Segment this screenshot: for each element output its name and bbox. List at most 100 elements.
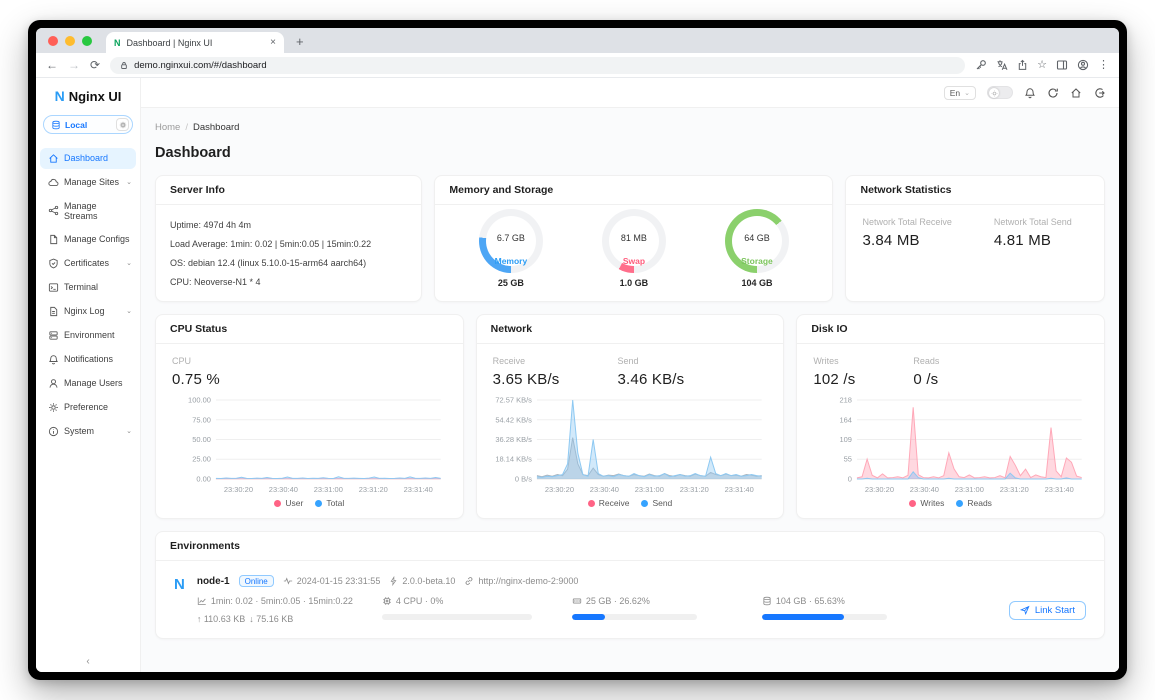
stat-label: Network Total Send [993, 217, 1072, 227]
close-window-button[interactable] [48, 36, 58, 46]
environment-selector[interactable]: Local [43, 115, 133, 134]
gear-icon [49, 402, 58, 412]
gear-small-icon [119, 121, 126, 128]
sidebar-item-dashboard[interactable]: Dashboard [40, 147, 136, 169]
sidebar-item-manage-users[interactable]: Manage Users [40, 373, 136, 394]
sidebar-item-system[interactable]: System ⌄ [40, 421, 136, 442]
stat-value: 0.75 % [172, 371, 220, 388]
sidebar-item-manage-streams[interactable]: Manage Streams [40, 196, 136, 226]
storage-used-value: 64 GB [744, 233, 770, 243]
sidebar-item-certificates[interactable]: Certificates ⌄ [40, 253, 136, 274]
theme-toggle[interactable] [987, 86, 1013, 99]
restart-icon[interactable] [1047, 87, 1059, 99]
legend-label[interactable]: Writes [920, 498, 944, 508]
swap-label: Swap [622, 256, 646, 266]
sidebar-item-label: Certificates [64, 258, 110, 268]
sidebar-item-manage-configs[interactable]: Manage Configs [40, 229, 136, 250]
profile-avatar-icon[interactable] [1077, 59, 1089, 71]
app-logo[interactable]: N Nginx UI [36, 88, 140, 104]
sidebar: N Nginx UI Local Dashboard Manage Sites [36, 78, 141, 672]
translate-icon[interactable] [996, 59, 1008, 71]
legend-label[interactable]: Send [652, 498, 672, 508]
sidebar-item-environment[interactable]: Environment [40, 325, 136, 346]
svg-text:25.00: 25.00 [192, 455, 211, 464]
browser-menu-icon[interactable]: ⋮ [1098, 59, 1109, 71]
writes-stat: Writes 102 /s [813, 356, 855, 388]
svg-text:218: 218 [840, 396, 853, 405]
address-bar[interactable]: demo.nginxui.com/#/dashboard [110, 56, 966, 74]
legend-dot-writes [909, 499, 917, 507]
svg-text:164: 164 [840, 415, 853, 424]
card-title: Network Statistics [846, 176, 1104, 205]
status-badge: Online [238, 575, 274, 587]
sidebar-item-nginx-log[interactable]: Nginx Log ⌄ [40, 301, 136, 322]
share-nodes-icon [48, 205, 59, 216]
sidebar-item-notifications[interactable]: Notifications [40, 349, 136, 370]
window-controls[interactable] [48, 36, 92, 46]
upload-total: ↑ 110.63 KB [196, 614, 246, 624]
bookmark-star-icon[interactable]: ☆ [1037, 59, 1047, 71]
link-start-button[interactable]: Link Start [1008, 600, 1086, 620]
sidebar-collapse-button[interactable]: ‹ [36, 656, 140, 667]
legend-label[interactable]: User [285, 498, 303, 508]
disk-io-area-chart: 218 164 109 55 0 23:30:20 23:30:40 23:31:00 23:3… [840, 396, 1083, 494]
swap-total: 1.0 GB [619, 278, 649, 288]
new-tab-button[interactable]: + [296, 34, 304, 49]
sidebar-item-preference[interactable]: Preference [40, 397, 136, 418]
svg-text:0 B/s: 0 B/s [515, 474, 532, 483]
sidebar-item-label: Manage Configs [64, 234, 130, 244]
sidebar-item-manage-sites[interactable]: Manage Sites ⌄ [40, 172, 136, 193]
line-chart-icon [197, 597, 206, 605]
memory-used-value: 6.7 GB [496, 233, 525, 243]
minimize-window-button[interactable] [65, 36, 75, 46]
storage-donut-chart: 64 GB Storage [724, 209, 789, 273]
svg-text:23:30:20: 23:30:20 [545, 485, 574, 494]
zoom-window-button[interactable] [82, 36, 92, 46]
tab-close-icon[interactable]: × [270, 37, 276, 48]
browser-tab[interactable]: N Dashboard | Nginx UI × [106, 32, 284, 53]
home-icon[interactable] [1070, 87, 1082, 99]
sidebar-item-terminal[interactable]: Terminal [40, 277, 136, 298]
sidebar-item-label: Environment [64, 330, 115, 340]
card-title: Network [476, 315, 784, 344]
memory-donut-chart: 6.7 GB Memory [478, 209, 543, 273]
breadcrumb-home[interactable]: Home [155, 122, 180, 133]
forward-icon[interactable]: → [68, 59, 80, 71]
os-line: OS: debian 12.4 (linux 5.10.0-15-arm64 a… [170, 257, 367, 268]
network-card: Network Receive 3.65 KB/s Send 3.46 KB/s [475, 314, 785, 519]
card-title: Environments [156, 532, 1104, 561]
reload-icon[interactable]: ⟳ [90, 59, 100, 71]
disk-database-icon [763, 596, 771, 606]
svg-text:0: 0 [848, 474, 852, 483]
legend-label[interactable]: Receive [599, 498, 630, 508]
share-icon[interactable] [1017, 59, 1028, 71]
file-text-icon [50, 306, 58, 316]
password-key-icon[interactable] [975, 59, 987, 71]
bell-icon [49, 354, 58, 364]
node-cpu-label: 4 CPU · 0% [382, 596, 572, 606]
environment-manage-button[interactable] [116, 118, 129, 131]
node-url[interactable]: http://nginx-demo-2:9000 [464, 576, 578, 586]
svg-text:23:30:20: 23:30:20 [865, 485, 894, 494]
breadcrumb-separator: / [185, 122, 188, 133]
terminal-icon [48, 282, 59, 292]
language-select[interactable]: En ⌄ [943, 85, 976, 100]
cpu-status-card: CPU Status CPU 0.75 % 100.00 75.00 50.00 25… [155, 314, 464, 519]
legend-label[interactable]: Total [326, 498, 344, 508]
lightning-icon [390, 576, 397, 586]
cpu-progress-bar [381, 614, 532, 620]
legend-label[interactable]: Reads [967, 498, 992, 508]
card-title: Server Info [156, 176, 422, 205]
sidebar-item-label: Manage Users [64, 378, 123, 388]
environments-card: Environments N node-1 Online 2024-01-15 … [155, 531, 1105, 639]
notifications-bell-icon[interactable] [1024, 87, 1036, 99]
back-icon[interactable]: ← [46, 59, 58, 71]
disk-chart-legend: Writes Reads [811, 496, 1090, 508]
stat-value: 3.84 MB [862, 232, 920, 249]
side-panel-icon[interactable] [1056, 59, 1068, 71]
sidebar-item-label: Manage Sites [64, 177, 120, 187]
logout-icon[interactable] [1093, 87, 1105, 99]
browser-toolbar: ← → ⟳ demo.nginxui.com/#/dashboard ☆ ⋮ [36, 53, 1119, 78]
server-info-card: Server Info Uptime: 497d 4h 4m Load Aver… [155, 175, 423, 302]
legend-dot-user [274, 499, 282, 507]
